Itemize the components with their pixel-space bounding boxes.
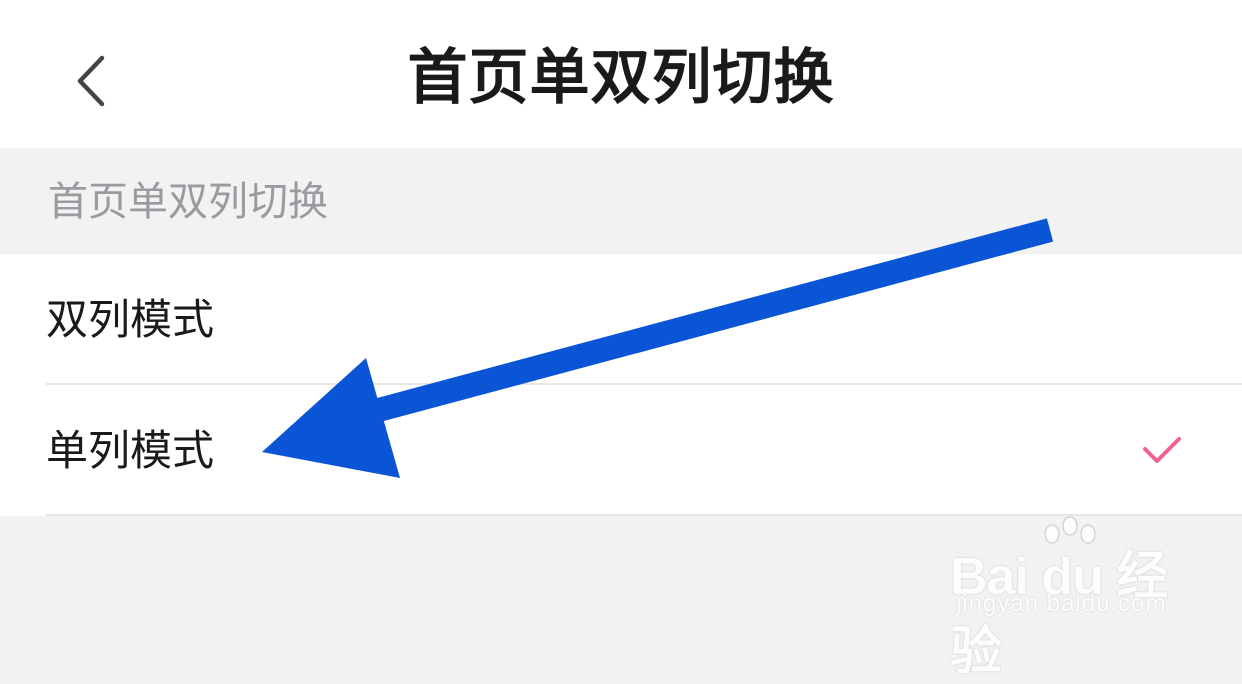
option-single-column[interactable]: 单列模式 [0,385,1242,516]
checkmark-icon [1143,437,1181,463]
section-title: 首页单双列切换 [48,179,328,225]
watermark-url: jingyan.baidu.com [956,590,1167,617]
baidu-jingyan-watermark: Bai du 经验 jingyan.baidu.com [950,516,1190,681]
option-label: 双列模式 [46,295,215,344]
top-bar: 首页单双列切换 [0,0,1242,148]
page-title: 首页单双列切换 [407,43,835,113]
option-double-column[interactable]: 双列模式 [0,254,1242,385]
section-header: 首页单双列切换 [0,148,1242,254]
option-label: 单列模式 [46,426,215,475]
mode-option-list: 双列模式 单列模式 [0,254,1242,516]
